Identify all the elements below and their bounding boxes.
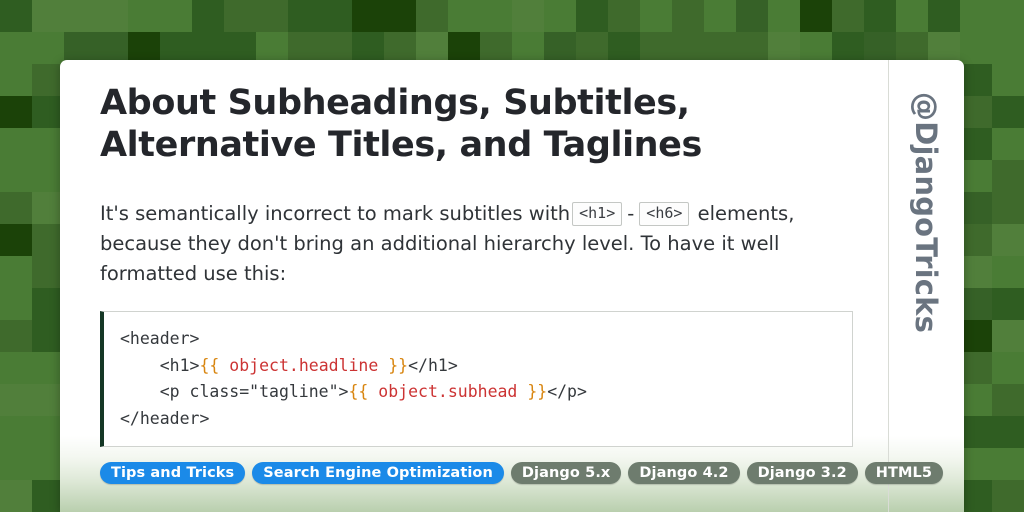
site-handle: @DjangoTricks [909, 92, 944, 334]
code-token-brace: }} [527, 382, 548, 401]
article-content: About Subheadings, Subtitles, Alternativ… [100, 60, 860, 289]
code-token-plain: <header> [120, 329, 200, 348]
code-token-plain: </h1> [408, 355, 458, 375]
code-token-plain: </p> [547, 382, 587, 401]
tag-pill[interactable]: Django 3.2 [746, 462, 858, 484]
code-token-brace: }} [388, 355, 409, 375]
tag-pill[interactable]: Search Engine Optimization [252, 462, 504, 484]
code-block-content: <header> <h1>{{ object.headline }}</h1> … [104, 326, 852, 432]
tag-list: Tips and Tricks Search Engine Optimizatio… [100, 462, 944, 484]
page-title: About Subheadings, Subtitles, Alternativ… [100, 83, 702, 165]
tag-pill[interactable]: Tips and Tricks [100, 462, 246, 484]
intro-text-part1: It's semantically incorrect to mark subt… [100, 202, 571, 225]
intro-separator: - [627, 202, 635, 225]
article-card: About Subheadings, Subtitles, Alternativ… [60, 60, 964, 512]
code-token-var: object.subhead [368, 382, 528, 401]
tag-pill[interactable]: Django 5.x [510, 462, 622, 484]
inline-code-chip-h6: <h6> [639, 202, 690, 226]
intro-paragraph: It's semantically incorrect to mark subt… [100, 166, 852, 289]
sidebar-handle-column: @DjangoTricks [889, 60, 964, 512]
inline-code-chip-h1: <h1> [572, 202, 623, 226]
code-token-brace: {{ [348, 382, 369, 401]
code-token-var: object.headline [219, 355, 389, 375]
code-token-brace: {{ [199, 355, 220, 375]
code-token-plain: <h1> [120, 355, 200, 375]
code-token-plain: <p class="tagline"> [120, 382, 349, 401]
tag-pill[interactable]: Django 4.2 [628, 462, 740, 484]
code-token-plain: </header> [120, 408, 210, 428]
code-block: <header> <h1>{{ object.headline }}</h1> … [100, 311, 853, 447]
